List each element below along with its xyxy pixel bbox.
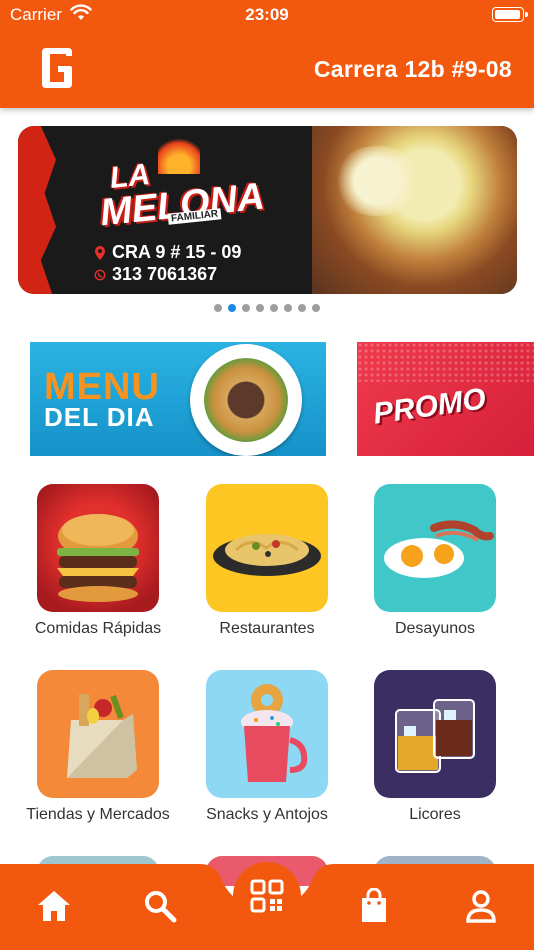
category-desayunos[interactable]: Desayunos <box>351 484 519 638</box>
halftone-pattern <box>357 342 534 382</box>
banner-decoration <box>18 126 56 294</box>
category-snacks-antojos[interactable]: Snacks y Antojos <box>183 670 351 824</box>
banner-food-image <box>312 126 517 294</box>
category-tile[interactable] <box>37 484 159 612</box>
promo-word: PROMO <box>371 382 489 431</box>
category-label: Restaurantes <box>219 620 315 637</box>
carousel-dot[interactable] <box>312 304 320 312</box>
banner-address: CRA 9 # 15 - 09 <box>112 242 242 262</box>
category-comidas-rapidas[interactable]: Comidas Rápidas <box>14 484 182 638</box>
category-label: Snacks y Antojos <box>206 806 328 823</box>
category-label: Comidas Rápidas <box>34 620 162 637</box>
nav-categories-button[interactable] <box>233 862 301 930</box>
carousel-indicator <box>0 304 534 312</box>
battery-icon <box>492 7 528 22</box>
category-tile[interactable] <box>374 484 496 612</box>
nav-home-button[interactable] <box>32 884 76 928</box>
carousel-dot[interactable] <box>214 304 222 312</box>
banner-phone-row: 313 7061367 <box>94 264 217 285</box>
app-header: Carrier 23:09 Carrera 12b #9-08 <box>0 0 534 108</box>
carousel-dot[interactable] <box>284 304 292 312</box>
category-tile[interactable] <box>37 670 159 798</box>
category-tiendas-mercados[interactable]: Tiendas y Mercados <box>14 670 182 824</box>
promo-card[interactable]: PROMO <box>357 342 534 456</box>
whatsapp-icon <box>94 269 106 280</box>
liquor-glasses-icon <box>395 699 475 773</box>
milkshake-icon <box>241 684 308 782</box>
category-label: Desayunos <box>394 620 476 637</box>
shopping-bag-icon <box>362 888 386 922</box>
grocery-bag-icon <box>67 694 137 778</box>
category-tile[interactable] <box>206 670 328 798</box>
home-icon <box>38 891 70 921</box>
clock: 23:09 <box>245 5 289 24</box>
carousel-dot[interactable] <box>256 304 264 312</box>
categories-grid-icon <box>250 879 284 913</box>
status-bar: Carrier 23:09 <box>0 0 534 30</box>
carousel-dot-active[interactable] <box>228 304 236 312</box>
delivery-address[interactable]: Carrera 12b #9-08 <box>314 56 512 83</box>
banner-phone: 313 7061367 <box>112 264 218 284</box>
breakfast-icon <box>384 520 494 578</box>
flame-icon <box>158 134 200 174</box>
profile-icon <box>466 890 496 923</box>
pasta-plate-icon <box>213 534 321 576</box>
bottom-navigation <box>0 862 534 950</box>
nav-profile-button[interactable] <box>459 884 503 928</box>
category-licores[interactable]: Licores <box>351 670 519 824</box>
carousel-dot[interactable] <box>298 304 306 312</box>
food-plate-image <box>190 344 302 456</box>
category-label: Licores <box>409 806 461 823</box>
location-pin-icon <box>95 245 105 260</box>
menu-del-dia-card[interactable]: MENU DEL DIA <box>30 342 326 456</box>
category-label: Tiendas y Mercados <box>26 806 170 823</box>
carousel-dot[interactable] <box>242 304 250 312</box>
banner-address-row: CRA 9 # 15 - 09 <box>94 242 241 263</box>
nav-search-button[interactable] <box>138 884 182 928</box>
category-restaurantes[interactable]: Restaurantes <box>183 484 351 638</box>
nav-orders-button[interactable] <box>352 884 396 928</box>
del-dia-word: DEL DIA <box>44 402 155 432</box>
promo-banner[interactable]: LA MELONA FAMILIAR CRA 9 # 15 - 09 313 7… <box>18 126 517 294</box>
category-tile[interactable] <box>374 670 496 798</box>
category-tile[interactable] <box>206 484 328 612</box>
app-logo-icon[interactable] <box>38 44 76 92</box>
burger-icon <box>57 514 139 602</box>
search-icon <box>145 891 177 923</box>
carousel-dot[interactable] <box>270 304 278 312</box>
